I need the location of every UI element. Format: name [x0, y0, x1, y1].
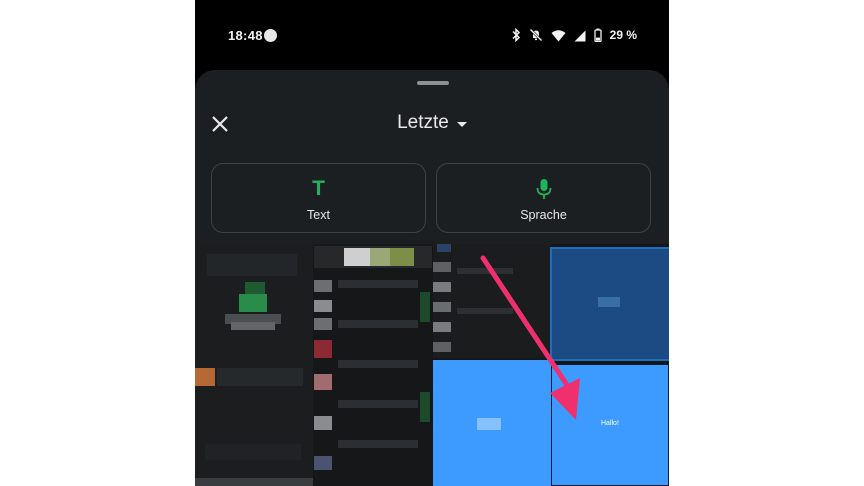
album-title: Letzte: [397, 112, 449, 133]
album-dropdown[interactable]: Letzte: [195, 112, 669, 134]
voice-button-label: Sprache: [520, 208, 567, 222]
text-icon: T: [312, 177, 325, 200]
hallo-caption: Hallo!: [601, 420, 619, 427]
drag-handle[interactable]: [417, 81, 449, 85]
voice-status-button[interactable]: Sprache: [436, 163, 651, 233]
bluetooth-icon: [512, 28, 520, 42]
media-thumbnail-2[interactable]: [314, 244, 432, 486]
battery-percentage: 29 %: [609, 28, 637, 42]
media-thumbnail-5[interactable]: [433, 360, 551, 486]
mute-icon: [529, 28, 543, 42]
media-thumbnail-4[interactable]: [550, 247, 669, 361]
phone-screen: 18:48 29 % Letzte T Text Sprache Hallo!: [195, 0, 669, 486]
media-thumbnail-3[interactable]: [433, 244, 551, 358]
wifi-icon: [551, 29, 566, 41]
signal-icon: [574, 30, 586, 41]
notification-app-icon: [264, 29, 277, 42]
media-grid: Hallo!: [195, 244, 669, 486]
status-time: 18:48: [228, 28, 263, 43]
status-bar: 18:48 29 %: [195, 0, 669, 70]
text-status-button[interactable]: T Text: [211, 163, 426, 233]
battery-icon: [593, 28, 602, 42]
text-button-label: Text: [307, 208, 330, 222]
status-icons: 29 %: [511, 27, 637, 43]
media-thumbnail-1[interactable]: [195, 244, 313, 486]
microphone-icon: [536, 179, 551, 199]
caret-down-icon: [456, 121, 467, 127]
media-thumbnail-hallo[interactable]: Hallo!: [551, 364, 669, 486]
